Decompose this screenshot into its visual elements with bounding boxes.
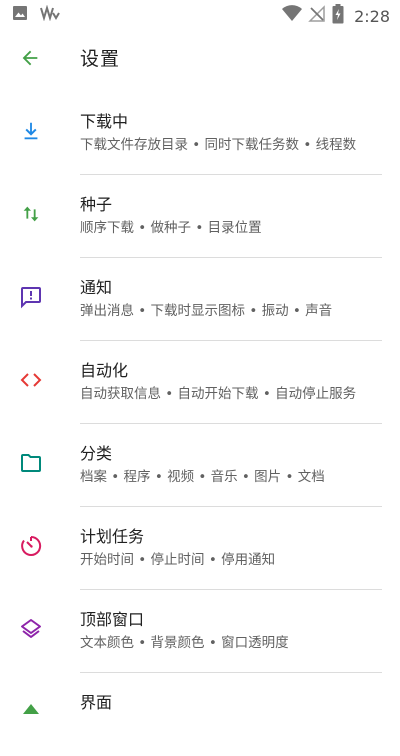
download-icon <box>18 118 44 144</box>
setting-item-automation[interactable]: 自动化 自动获取信息 • 自动开始下载 • 自动停止服务 <box>0 341 400 424</box>
notification-icon <box>18 284 44 310</box>
setting-subtitle: 档案 • 程序 • 视频 • 音乐 • 图片 • 文档 <box>80 469 325 485</box>
setting-item-notification[interactable]: 通知 弹出消息 • 下载时显示图标 • 振动 • 声音 <box>0 258 400 341</box>
setting-item-torrent[interactable]: 种子 顺序下载 • 做种子 • 目录位置 <box>0 175 400 258</box>
setting-subtitle: 顺序下载 • 做种子 • 目录位置 <box>80 220 262 236</box>
setting-subtitle: 弹出消息 • 下载时显示图标 • 振动 • 声音 <box>80 303 333 319</box>
setting-item-categories[interactable]: 分类 档案 • 程序 • 视频 • 音乐 • 图片 • 文档 <box>0 424 400 507</box>
setting-title: 自动化 <box>80 361 129 380</box>
layers-icon <box>18 616 44 642</box>
status-time: 2:28 <box>354 6 390 26</box>
battery-charging-icon <box>332 4 344 28</box>
setting-title: 计划任务 <box>80 527 145 546</box>
seed-arrows-icon <box>18 201 44 227</box>
setting-title: 顶部窗口 <box>80 610 145 629</box>
image-notification-icon <box>12 5 28 25</box>
back-arrow-icon <box>22 50 38 66</box>
timer-icon <box>18 533 44 559</box>
status-bar: 2:28 <box>0 0 400 28</box>
no-signal-icon <box>308 5 326 27</box>
setting-title: 分类 <box>80 444 113 463</box>
waveform-notification-icon <box>40 4 60 25</box>
setting-title: 下载中 <box>80 112 129 131</box>
code-icon <box>18 367 44 393</box>
page-title: 设置 <box>80 48 121 70</box>
setting-title: 界面 <box>80 693 113 712</box>
interface-icon <box>18 699 44 725</box>
back-button[interactable] <box>16 44 44 72</box>
setting-item-top-window[interactable]: 顶部窗口 文本颜色 • 背景颜色 • 窗口透明度 <box>0 590 400 673</box>
setting-subtitle: 开始时间 • 停止时间 • 停用通知 <box>80 552 276 568</box>
setting-subtitle: 下载文件存放目录 • 同时下载任务数 • 线程数 <box>80 137 357 153</box>
app-bar: 设置 <box>0 28 400 88</box>
folder-icon <box>18 450 44 476</box>
wifi-icon <box>282 5 303 27</box>
settings-list: 下载中 下载文件存放目录 • 同时下载任务数 • 线程数 种子 顺序下载 • 做… <box>0 92 400 756</box>
setting-title: 种子 <box>80 195 113 214</box>
setting-item-downloading[interactable]: 下载中 下载文件存放目录 • 同时下载任务数 • 线程数 <box>0 92 400 175</box>
setting-title: 通知 <box>80 278 113 297</box>
setting-item-scheduler[interactable]: 计划任务 开始时间 • 停止时间 • 停用通知 <box>0 507 400 590</box>
setting-subtitle: 自动获取信息 • 自动开始下载 • 自动停止服务 <box>80 386 357 402</box>
setting-item-interface[interactable]: 界面 <box>0 673 400 756</box>
setting-subtitle: 文本颜色 • 背景颜色 • 窗口透明度 <box>80 635 289 651</box>
